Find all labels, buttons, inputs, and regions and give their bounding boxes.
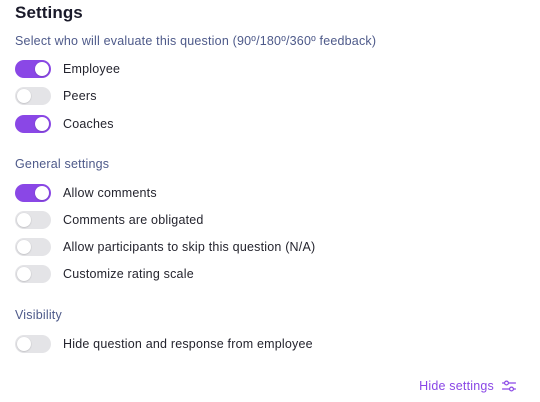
toggle-peers[interactable]: [15, 87, 51, 105]
setting-label-employee: Employee: [63, 62, 121, 76]
toggle-knob: [35, 186, 49, 200]
section-heading-visibility: Visibility: [15, 308, 62, 322]
hide-settings-button[interactable]: Hide settings: [419, 379, 516, 393]
toggle-coaches[interactable]: [15, 115, 51, 133]
toggle-customize-scale[interactable]: [15, 265, 51, 283]
toggle-knob: [17, 89, 31, 103]
toggle-employee[interactable]: [15, 60, 51, 78]
toggle-knob: [35, 62, 49, 76]
setting-label-allow-comments: Allow comments: [63, 186, 157, 200]
page-title: Settings: [15, 3, 83, 22]
setting-label-customize-scale: Customize rating scale: [63, 267, 194, 281]
setting-label-allow-skip: Allow participants to skip this question…: [63, 240, 316, 254]
hide-settings-label: Hide settings: [419, 379, 494, 393]
toggle-knob: [35, 117, 49, 131]
toggle-knob: [17, 240, 31, 254]
section-heading-evaluators: Select who will evaluate this question (…: [15, 34, 377, 48]
setting-label-hide-question: Hide question and response from employee: [63, 337, 313, 351]
setting-row-comments-obligated: Comments are obligated: [15, 210, 204, 230]
setting-label-peers: Peers: [63, 89, 97, 103]
toggle-hide-question[interactable]: [15, 335, 51, 353]
toggle-allow-comments[interactable]: [15, 184, 51, 202]
section-heading-general: General settings: [15, 157, 110, 171]
toggle-knob: [17, 337, 31, 351]
setting-row-customize-scale: Customize rating scale: [15, 264, 194, 284]
setting-label-coaches: Coaches: [63, 117, 114, 131]
setting-row-allow-comments: Allow comments: [15, 183, 157, 203]
setting-row-coaches: Coaches: [15, 114, 114, 134]
setting-label-comments-obligated: Comments are obligated: [63, 213, 204, 227]
toggle-comments-obligated[interactable]: [15, 211, 51, 229]
setting-row-peers: Peers: [15, 86, 97, 106]
setting-row-hide-question: Hide question and response from employee: [15, 334, 313, 354]
setting-row-allow-skip: Allow participants to skip this question…: [15, 237, 315, 257]
setting-row-employee: Employee: [15, 59, 120, 79]
toggle-allow-skip[interactable]: [15, 238, 51, 256]
toggle-knob: [17, 267, 31, 281]
sliders-icon: [502, 380, 516, 392]
toggle-knob: [17, 213, 31, 227]
